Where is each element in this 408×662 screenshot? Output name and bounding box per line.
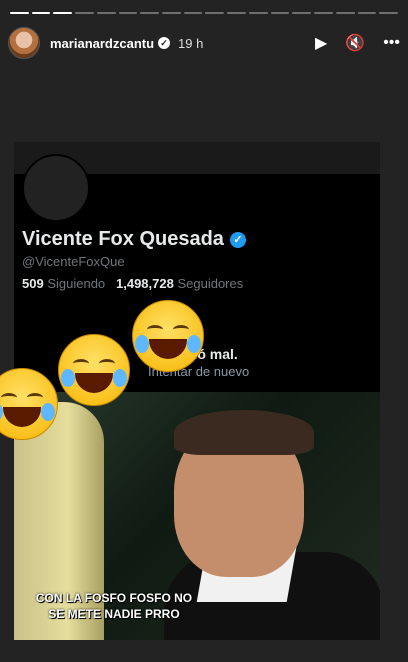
profile-picture (22, 154, 90, 222)
progress-segment (10, 12, 29, 14)
profile-name: Vicente Fox Quesada ✓ (22, 228, 246, 251)
story-progress-bar (10, 12, 398, 14)
progress-segment (292, 12, 312, 14)
progress-segment (248, 12, 268, 14)
progress-segment (118, 12, 138, 14)
progress-segment (75, 12, 94, 14)
more-options-icon[interactable]: ••• (383, 34, 400, 52)
progress-segment (314, 12, 333, 14)
progress-segment (53, 12, 73, 14)
progress-segment (140, 12, 160, 14)
laughing-crying-emoji-icon (132, 300, 204, 372)
story-time: 19 h (178, 35, 204, 51)
verified-icon: ✓ (158, 37, 171, 49)
verified-badge-icon: ✓ (229, 232, 246, 248)
progress-segment (162, 12, 181, 14)
meme-photo: CON LA FOSFO FOSFO NO SE METE NADIE PRRO (14, 392, 380, 640)
progress-segment (31, 12, 51, 14)
profile-stats: 509 Siguiendo 1,498,728 Seguidores (22, 276, 244, 291)
play-icon[interactable]: ▶ (315, 33, 327, 53)
progress-segment (357, 12, 377, 14)
profile-handle: @VicenteFoxQue (22, 254, 125, 269)
progress-segment (205, 12, 225, 14)
laughing-crying-emoji-icon (58, 334, 130, 406)
avatar[interactable] (8, 27, 40, 59)
meme-caption: CON LA FOSFO FOSFO NO SE METE NADIE PRRO (35, 591, 193, 621)
progress-segment (227, 12, 246, 14)
progress-segment (379, 12, 398, 14)
progress-segment (335, 12, 355, 14)
story-header: marianardzcantu ✓ 19 h ▶ 🔇 ••• (8, 26, 400, 60)
hair (174, 410, 314, 455)
progress-segment (183, 12, 203, 14)
progress-segment (270, 12, 290, 14)
username[interactable]: marianardzcantu (50, 36, 154, 51)
mute-icon[interactable]: 🔇 (345, 33, 365, 53)
progress-segment (96, 12, 116, 14)
